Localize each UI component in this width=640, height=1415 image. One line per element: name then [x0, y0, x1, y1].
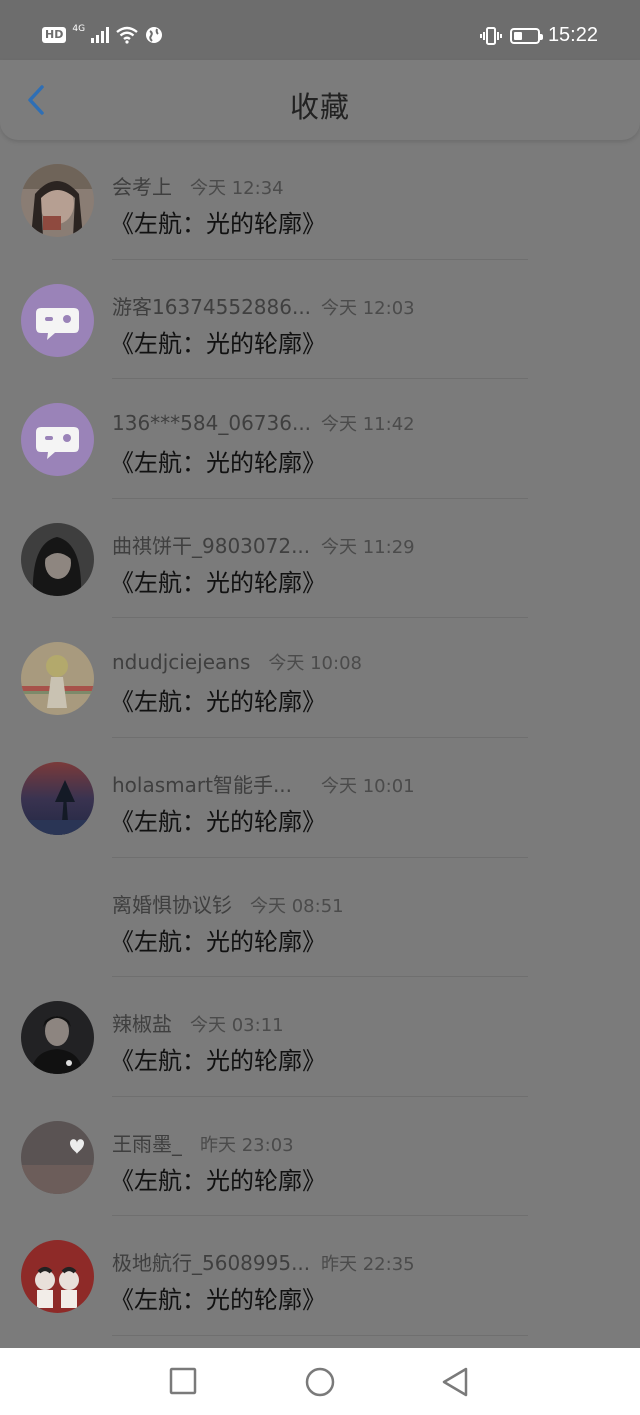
list-item[interactable]: 离婚惧协议钐 今天 08:51 《左航：光的轮廓》 — [0, 858, 640, 978]
user-name: 136***584_06736... — [112, 411, 312, 436]
list-item[interactable]: 曲祺饼干_9803072... 今天 11:29 《左航：光的轮廓》 — [0, 499, 640, 619]
item-time: 今天 12:34 — [190, 178, 284, 199]
list-item[interactable]: 辣椒盐 今天 03:11 《左航：光的轮廓》 — [0, 977, 640, 1097]
globe-icon — [146, 27, 163, 43]
item-time: 昨天 22:35 — [321, 1254, 415, 1276]
item-time: 昨天 23:03 — [200, 1134, 294, 1156]
wifi-icon — [116, 26, 138, 44]
item-meta: 离婚惧协议钐 今天 08:51 — [112, 889, 344, 918]
signal-icon — [91, 27, 110, 43]
list-item[interactable]: ndudjciejeans 今天 10:08 《左航：光的轮廓》 — [0, 618, 640, 738]
status-time: 15:22 — [547, 24, 598, 46]
list-item[interactable]: 会考上 今天 12:34 《左航：光的轮廓》 — [0, 140, 640, 260]
item-time: 今天 12:03 — [321, 297, 415, 319]
page-title: 收藏 — [289, 90, 350, 124]
item-meta: 辣椒盐 今天 03:11 — [112, 1008, 284, 1037]
vibrate-icon — [479, 26, 502, 45]
item-meta: ndudjciejeans 今天 10:08 — [112, 649, 362, 675]
favorites-list: 会考上 今天 12:34 《左航：光的轮廓》 游客16374552886... … — [0, 140, 640, 1336]
hd-icon: HD — [42, 27, 67, 43]
recent-apps-icon[interactable] — [168, 1366, 198, 1396]
user-name: 曲祺饼干_9803072... — [112, 533, 311, 558]
book-title[interactable]: 《左航：光的轮廓》 — [110, 324, 326, 359]
item-meta: 极地航行_5608995... 昨天 22:35 — [112, 1247, 415, 1276]
avatar[interactable] — [21, 882, 94, 955]
avatar[interactable] — [21, 164, 94, 237]
item-meta: holasmart智能手... 今天 10:01 — [112, 769, 415, 798]
item-time: 今天 11:29 — [321, 536, 415, 558]
item-time: 今天 10:01 — [321, 775, 415, 797]
book-title[interactable]: 《左航：光的轮廓》 — [110, 682, 326, 717]
status-bar: HD 4G 15:22 — [0, 0, 640, 60]
avatar[interactable] — [21, 761, 94, 835]
user-name: 离婚惧协议钐 — [112, 892, 232, 917]
book-title[interactable]: 《左航：光的轮廓》 — [110, 1280, 326, 1315]
list-item[interactable]: 极地航行_5608995... 昨天 22:35 《左航：光的轮廓》 — [0, 1216, 640, 1336]
item-time: 今天 10:08 — [268, 653, 362, 675]
list-item[interactable]: 游客16374552886... 今天 12:03 《左航：光的轮廓》 — [0, 260, 640, 380]
avatar[interactable] — [21, 642, 94, 716]
book-title[interactable]: 《左航：光的轮廓》 — [110, 443, 326, 478]
item-meta: 游客16374552886... 今天 12:03 — [112, 291, 415, 320]
list-item[interactable]: 王雨墨_ 昨天 23:03 《左航：光的轮廓》 — [0, 1097, 640, 1217]
status-right: 15:22 — [479, 24, 598, 47]
user-name: holasmart智能手... — [112, 772, 293, 797]
user-name: 辣椒盐 — [112, 1012, 172, 1037]
book-title[interactable]: 《左航：光的轮廓》 — [110, 204, 326, 239]
avatar[interactable] — [21, 1120, 94, 1194]
book-title[interactable]: 《左航：光的轮廓》 — [110, 1161, 326, 1196]
status-left: HD 4G — [42, 24, 163, 44]
user-name: 极地航行_5608995... — [112, 1251, 311, 1276]
list-item[interactable]: 136***584_06736... 今天 11:42 《左航：光的轮廓》 — [0, 379, 640, 499]
user-name: ndudjciejeans — [112, 650, 251, 675]
network-type: 4G — [72, 24, 86, 34]
item-time: 今天 08:51 — [250, 895, 344, 917]
book-title[interactable]: 《左航：光的轮廓》 — [110, 1041, 326, 1076]
list-item[interactable]: holasmart智能手... 今天 10:01 《左航：光的轮廓》 — [0, 738, 640, 858]
book-title[interactable]: 《左航：光的轮廓》 — [110, 802, 326, 837]
avatar[interactable] — [21, 403, 94, 477]
header-bar: 收藏 — [0, 60, 640, 140]
avatar[interactable] — [21, 1001, 94, 1075]
item-meta: 会考上 今天 12:34 — [112, 171, 284, 200]
divider — [112, 1334, 528, 1336]
item-time: 今天 03:11 — [190, 1015, 284, 1037]
avatar[interactable] — [21, 1240, 94, 1314]
system-nav-bar — [0, 1348, 640, 1415]
item-meta: 王雨墨_ 昨天 23:03 — [112, 1128, 294, 1157]
book-title[interactable]: 《左航：光的轮廓》 — [110, 563, 326, 598]
avatar[interactable] — [21, 283, 94, 357]
home-icon[interactable] — [303, 1366, 337, 1398]
item-time: 今天 11:42 — [321, 414, 415, 436]
book-title[interactable]: 《左航：光的轮廓》 — [110, 922, 326, 957]
item-meta: 曲祺饼干_9803072... 今天 11:29 — [112, 530, 415, 559]
back-icon[interactable] — [440, 1366, 470, 1398]
user-name: 会考上 — [112, 175, 172, 199]
user-name: 游客16374552886... — [112, 294, 312, 319]
user-name: 王雨墨_ — [112, 1131, 182, 1156]
avatar[interactable] — [21, 522, 94, 596]
battery-icon — [509, 27, 543, 44]
item-meta: 136***584_06736... 今天 11:42 — [112, 410, 415, 436]
